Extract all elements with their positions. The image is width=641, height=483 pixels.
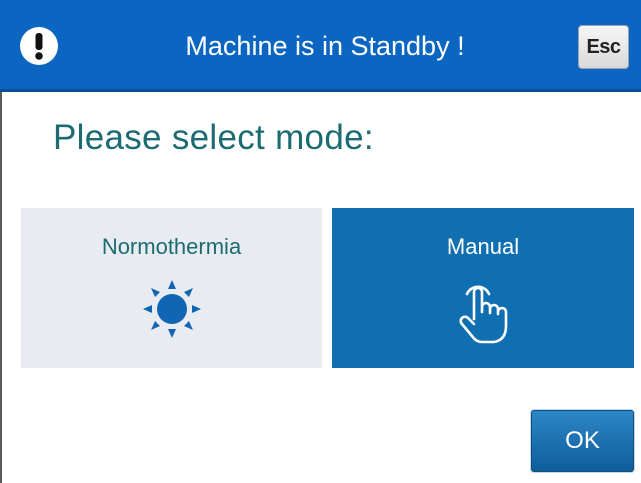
esc-button[interactable]: Esc [578,25,629,69]
ok-button[interactable]: OK [531,410,634,472]
sun-icon [142,280,201,338]
screen-edge [0,92,2,483]
mode-label-normothermia: Normothermia [101,234,242,259]
mode-button-normothermia[interactable]: Normothermia [21,208,322,368]
standby-screen: Machine is in Standby ! Esc Please selec… [0,0,641,483]
hand-pointer-icon [459,285,508,344]
mode-label-manual: Manual [446,234,520,259]
mode-button-manual[interactable]: Manual [332,208,634,368]
exclamation-icon [20,27,58,65]
header-title: Machine is in Standby ! [185,31,465,61]
mode-prompt: Please select mode: [53,118,374,157]
header-bar: Machine is in Standby ! Esc [0,0,641,92]
